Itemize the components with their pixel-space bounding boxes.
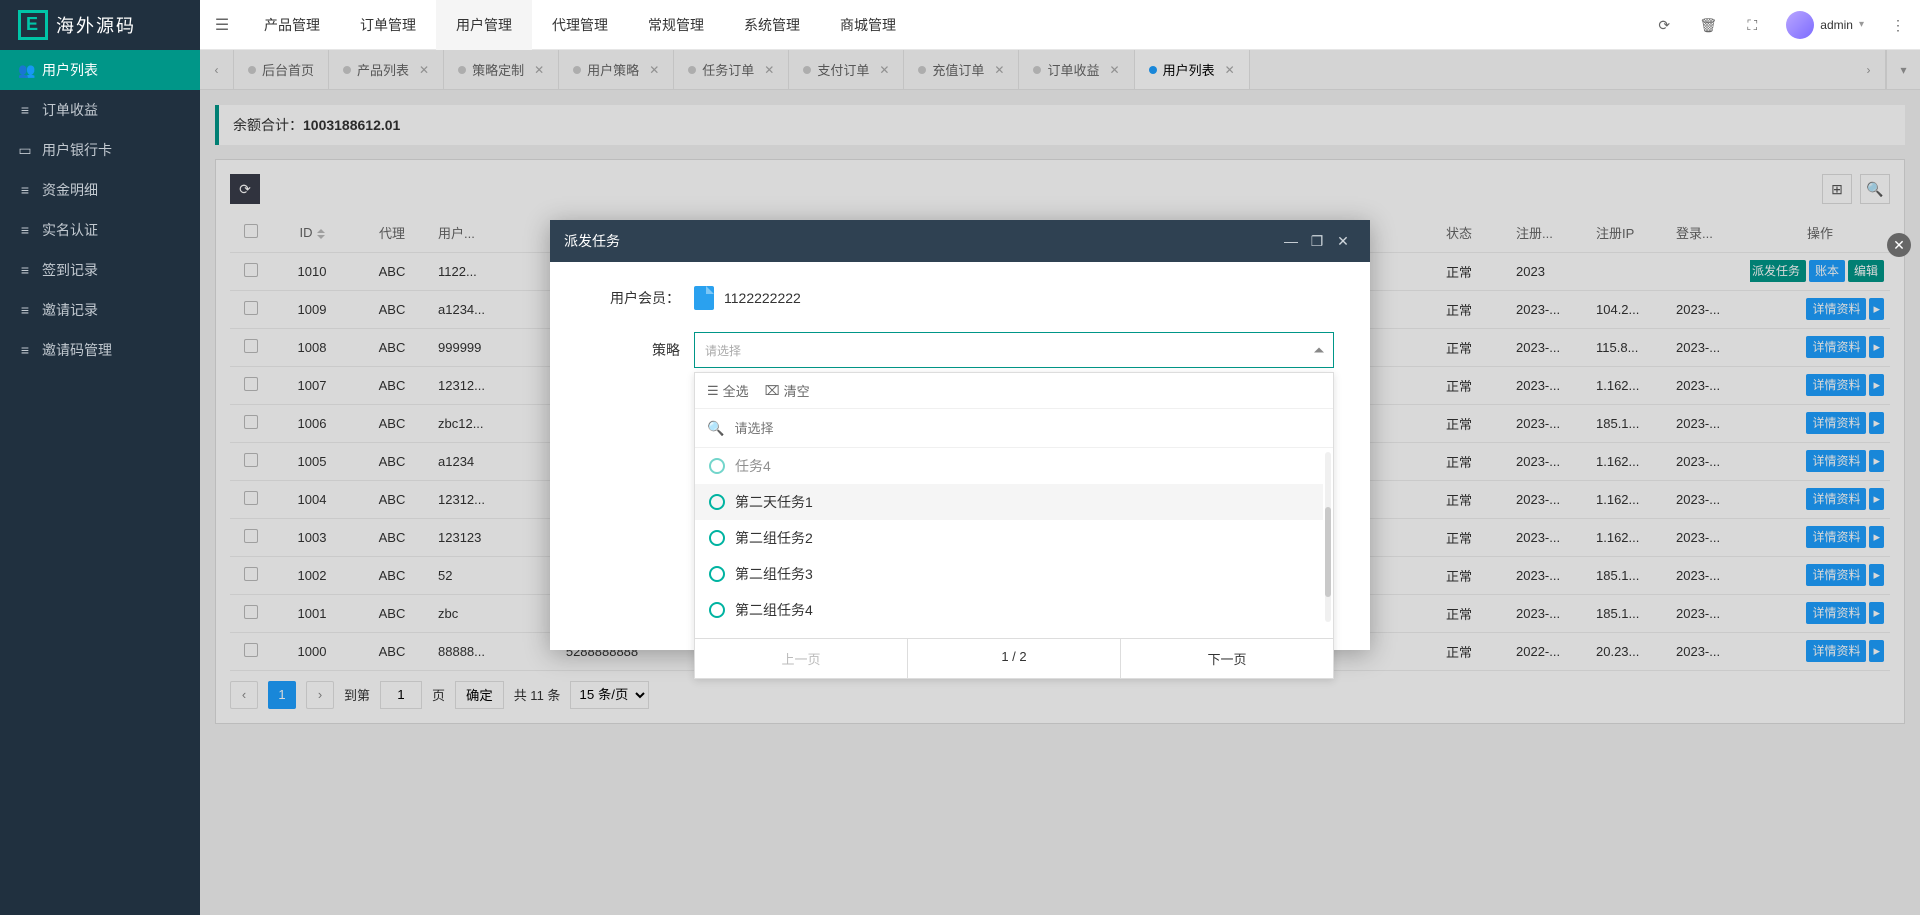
modal-body: 用户会员： 1122222222 策略 请选择 ☰全选 ⌧清空	[550, 262, 1370, 650]
option-label: 第二组任务4	[735, 600, 813, 620]
dd-prev-page[interactable]: 上一页	[695, 639, 908, 678]
dropdown-option[interactable]: 第二天任务1	[695, 484, 1323, 520]
sidebar-item-1[interactable]: ≡ 订单收益	[0, 90, 200, 130]
sidebar-item-4[interactable]: ≡ 实名认证	[0, 210, 200, 250]
dropdown-option[interactable]: 第二组任务5	[695, 628, 1323, 638]
nav-item-1[interactable]: 订单管理	[340, 0, 436, 50]
fullscreen-icon[interactable]: ⛶	[1730, 0, 1774, 50]
header-actions: ⟳ 🗑 ⛶ admin ▾ ⋮	[1642, 0, 1920, 49]
dropdown-footer: 上一页 1 / 2 下一页	[695, 638, 1333, 678]
sidebar-label: 资金明细	[42, 180, 98, 200]
sidebar-label: 实名认证	[42, 220, 98, 240]
chevron-down-icon: ▾	[1859, 19, 1864, 30]
radio-icon	[709, 530, 725, 546]
dropdown-option[interactable]: 第二组任务3	[695, 556, 1323, 592]
refresh-icon[interactable]: ⟳	[1642, 0, 1686, 50]
sidebar-label: 用户列表	[42, 60, 98, 80]
file-icon	[694, 286, 714, 310]
sidebar-label: 邀请码管理	[42, 340, 112, 360]
avatar	[1786, 11, 1814, 39]
dd-page-indicator: 1 / 2	[908, 639, 1121, 678]
dropdown-scrollbar[interactable]	[1325, 452, 1331, 622]
strategy-dropdown: ☰全选 ⌧清空 🔍 任务4 第二天任务1 第二组任务2 第二组任务3 第二组任务4 第二组…	[694, 372, 1334, 679]
sidebar-icon: ≡	[18, 102, 32, 118]
dd-next-page[interactable]: 下一页	[1121, 639, 1333, 678]
sidebar-toggle-icon[interactable]: ☰	[200, 15, 244, 35]
strategy-select[interactable]: 请选择 ☰全选 ⌧清空 🔍 任务4第二天任务1第二组任务	[694, 332, 1334, 368]
list-icon: ☰	[707, 383, 719, 399]
caret-up-icon	[1314, 348, 1324, 353]
row-strategy: 策略 请选择 ☰全选 ⌧清空 🔍	[574, 332, 1346, 368]
nav-item-3[interactable]: 代理管理	[532, 0, 628, 50]
dropdown-option[interactable]: 第二组任务4	[695, 592, 1323, 628]
dropdown-list[interactable]: 任务4 第二天任务1 第二组任务2 第二组任务3 第二组任务4 第二组任务5	[695, 448, 1333, 638]
user-name: admin	[1820, 18, 1853, 32]
modal-minimize-icon[interactable]: —	[1278, 233, 1304, 249]
option-label: 第二组任务3	[735, 564, 813, 584]
dropdown-toolbar: ☰全选 ⌧清空	[695, 373, 1333, 409]
user-menu[interactable]: admin ▾	[1774, 11, 1876, 39]
sidebar-label: 用户银行卡	[42, 140, 112, 160]
sidebar-icon: ≡	[18, 222, 32, 238]
value-user: 1122222222	[724, 290, 801, 306]
sidebar-label: 签到记录	[42, 260, 98, 280]
dropdown-option[interactable]: 任务4	[695, 448, 1323, 484]
logo-mark-icon: E	[18, 10, 48, 40]
overlay-close-icon[interactable]: ✕	[1887, 233, 1911, 257]
sidebar-label: 邀请记录	[42, 300, 98, 320]
nav-item-5[interactable]: 系统管理	[724, 0, 820, 50]
search-icon: 🔍	[707, 420, 724, 437]
sidebar-item-5[interactable]: ≡ 签到记录	[0, 250, 200, 290]
option-label: 任务4	[735, 456, 771, 476]
sidebar-icon: ≡	[18, 262, 32, 278]
dispatch-task-modal: 派发任务 — ❐ ✕ 用户会员： 1122222222 策略 请选择	[550, 220, 1370, 650]
sidebar-icon: ▭	[18, 142, 32, 159]
sidebar-item-0[interactable]: 👥 用户列表	[0, 50, 200, 90]
dropdown-search-input[interactable]	[732, 415, 1321, 441]
dd-clear[interactable]: ⌧清空	[765, 381, 810, 400]
row-user: 用户会员： 1122222222	[574, 286, 1346, 310]
dropdown-option[interactable]: 第二组任务2	[695, 520, 1323, 556]
radio-icon	[709, 494, 725, 510]
brand-text: 海外源码	[56, 12, 136, 38]
label-strategy: 策略	[574, 340, 694, 360]
sidebar-item-2[interactable]: ▭ 用户银行卡	[0, 130, 200, 170]
clear-icon: ⌧	[765, 383, 780, 399]
scrollbar-thumb[interactable]	[1325, 507, 1331, 597]
strategy-select-input[interactable]: 请选择	[694, 332, 1334, 368]
sidebar-icon: ≡	[18, 302, 32, 318]
radio-icon	[709, 602, 725, 618]
nav-item-2[interactable]: 用户管理	[436, 0, 532, 50]
sidebar-item-3[interactable]: ≡ 资金明细	[0, 170, 200, 210]
sidebar-item-7[interactable]: ≡ 邀请码管理	[0, 330, 200, 370]
dd-select-all[interactable]: ☰全选	[707, 381, 749, 400]
label-user: 用户会员：	[574, 288, 694, 308]
sidebar-label: 订单收益	[42, 100, 98, 120]
top-nav: ☰ 产品管理订单管理用户管理代理管理常规管理系统管理商城管理	[200, 0, 916, 49]
option-label: 第二组任务5	[735, 636, 813, 638]
modal-maximize-icon[interactable]: ❐	[1304, 233, 1330, 250]
nav-item-4[interactable]: 常规管理	[628, 0, 724, 50]
nav-item-0[interactable]: 产品管理	[244, 0, 340, 50]
modal-title: 派发任务	[564, 231, 620, 251]
strategy-placeholder: 请选择	[705, 342, 741, 359]
sidebar: 👥 用户列表 ≡ 订单收益 ▭ 用户银行卡 ≡ 资金明细 ≡ 实名认证 ≡ 签到记录 ≡ 邀请记录 ≡ 邀请码…	[0, 50, 200, 915]
modal-header: 派发任务 — ❐ ✕	[550, 220, 1370, 262]
nav-item-6[interactable]: 商城管理	[820, 0, 916, 50]
app-header: E 海外源码 ☰ 产品管理订单管理用户管理代理管理常规管理系统管理商城管理 ⟳ …	[0, 0, 1920, 50]
sidebar-icon: 👥	[18, 62, 32, 79]
sidebar-item-6[interactable]: ≡ 邀请记录	[0, 290, 200, 330]
more-icon[interactable]: ⋮	[1876, 0, 1920, 50]
option-label: 第二组任务2	[735, 528, 813, 548]
radio-icon	[709, 458, 725, 474]
radio-icon	[709, 566, 725, 582]
trash-icon[interactable]: 🗑	[1686, 0, 1730, 50]
brand-logo: E 海外源码	[0, 0, 200, 50]
modal-close-icon[interactable]: ✕	[1330, 233, 1356, 250]
sidebar-icon: ≡	[18, 182, 32, 198]
option-label: 第二天任务1	[735, 492, 813, 512]
sidebar-icon: ≡	[18, 342, 32, 358]
dropdown-search: 🔍	[695, 409, 1333, 448]
